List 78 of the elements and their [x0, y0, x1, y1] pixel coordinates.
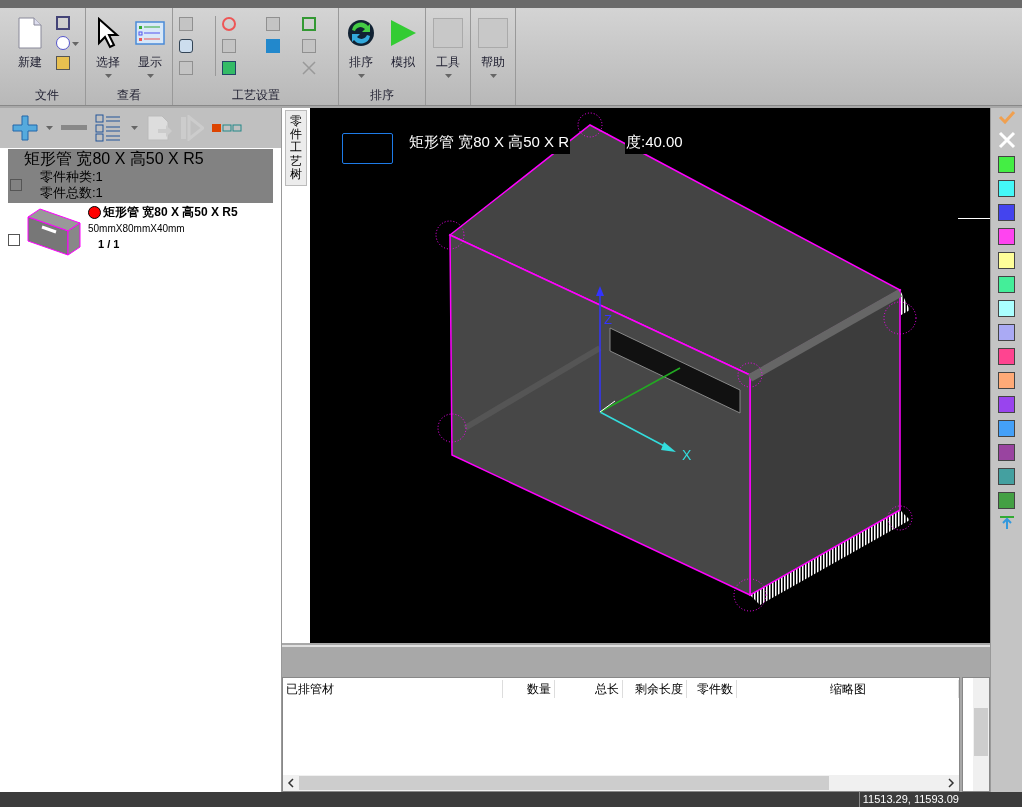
color-swatch[interactable]	[998, 348, 1015, 365]
axis-label: X	[682, 446, 692, 465]
color-swatch[interactable]	[998, 156, 1015, 173]
group-label: 文件	[33, 87, 60, 104]
segments-icon[interactable]	[212, 124, 242, 132]
export-icon[interactable]	[146, 115, 172, 141]
checklist-icon[interactable]	[95, 114, 123, 142]
ribbon-button[interactable]: 排序	[345, 16, 377, 78]
part-size: 50mmX80mmX40mm	[88, 222, 186, 237]
color-swatch[interactable]	[998, 468, 1015, 485]
vertical-scrollbar[interactable]	[973, 678, 989, 791]
blank-icon	[433, 18, 463, 48]
color-swatch[interactable]	[998, 492, 1015, 509]
group-stat: 零件种类:1	[40, 169, 103, 185]
chevron-left-icon[interactable]	[287, 778, 295, 788]
ribbon-button[interactable]: 工具	[432, 16, 464, 78]
column-header[interactable]: 已排管材	[283, 680, 503, 698]
color-swatch[interactable]	[998, 300, 1015, 317]
caret-icon	[72, 42, 79, 46]
caret-icon	[489, 74, 497, 78]
caret-icon	[131, 126, 138, 130]
chevron-right-icon[interactable]	[947, 778, 955, 788]
caret-icon	[357, 74, 365, 78]
blank-icon	[478, 18, 508, 48]
viewport-caption: 矩形管 宽80 X 高50 X R	[408, 131, 571, 154]
caret-icon	[104, 74, 112, 78]
color-swatch[interactable]	[998, 372, 1015, 389]
pointer-icon	[96, 17, 120, 49]
caret-icon	[46, 126, 53, 130]
color-swatch[interactable]	[998, 228, 1015, 245]
coordinates: 11513.29, 11593.09	[858, 792, 962, 807]
square-point-icon[interactable]	[302, 17, 316, 31]
group-stat: 零件总数:1	[40, 185, 103, 201]
color-swatch[interactable]	[998, 252, 1015, 269]
color-swatch[interactable]	[998, 444, 1015, 461]
ribbon-button[interactable]: 模拟	[387, 16, 419, 78]
column-header[interactable]: 零件数	[687, 680, 737, 698]
viewport-caption: 度:40.00	[625, 131, 684, 154]
group-header[interactable]: 矩形管 宽80 X 高50 X R5 零件种类:1 零件总数:1	[8, 149, 273, 203]
color-swatch[interactable]	[998, 204, 1015, 221]
group-label: 排序	[369, 87, 395, 104]
part-count: 1 / 1	[97, 237, 121, 253]
align-icon[interactable]	[998, 516, 1015, 530]
color-swatch[interactable]	[998, 180, 1015, 197]
ribbon-button[interactable]: 新建	[14, 16, 46, 78]
ribbon-button[interactable]: 显示	[134, 16, 166, 78]
group-title: 矩形管 宽80 X 高50 X R5	[23, 149, 205, 169]
ribbon-button[interactable]: 帮助	[477, 16, 509, 78]
play-icon	[388, 18, 418, 48]
caret-icon	[146, 74, 154, 78]
side-tab[interactable]: 零件工艺树	[285, 110, 307, 186]
color-swatch[interactable]	[998, 396, 1015, 413]
document-icon	[18, 17, 42, 49]
list-window-icon	[135, 21, 165, 45]
cycle-icon	[346, 18, 376, 48]
part-name: 矩形管 宽80 X 高50 X R5	[103, 204, 238, 222]
column-header[interactable]: 数量	[503, 680, 555, 698]
plus-icon[interactable]	[12, 115, 38, 141]
axis-label: Z	[604, 311, 612, 329]
group-label: 工艺设置	[230, 87, 281, 104]
view-frame	[342, 133, 393, 164]
column-header[interactable]: 缩略图	[737, 680, 959, 698]
caret-icon	[444, 74, 452, 78]
check-icon[interactable]	[997, 110, 1016, 124]
tube-thumbnail	[26, 205, 82, 257]
column-header[interactable]: 总长	[555, 680, 623, 698]
color-swatch[interactable]	[998, 276, 1015, 293]
ribbon-button[interactable]: 选择	[92, 16, 124, 78]
checkbox[interactable]	[8, 234, 20, 246]
close-icon[interactable]	[302, 61, 316, 75]
crosshair-line	[958, 218, 990, 219]
minus-icon[interactable]	[61, 125, 87, 131]
horizontal-scrollbar[interactable]	[283, 775, 959, 791]
group-label: 查看	[116, 87, 142, 104]
color-swatch[interactable]	[998, 420, 1015, 437]
checkbox[interactable]	[10, 179, 22, 191]
color-swatch[interactable]	[998, 324, 1015, 341]
column-header[interactable]: 剩余长度	[623, 680, 687, 698]
